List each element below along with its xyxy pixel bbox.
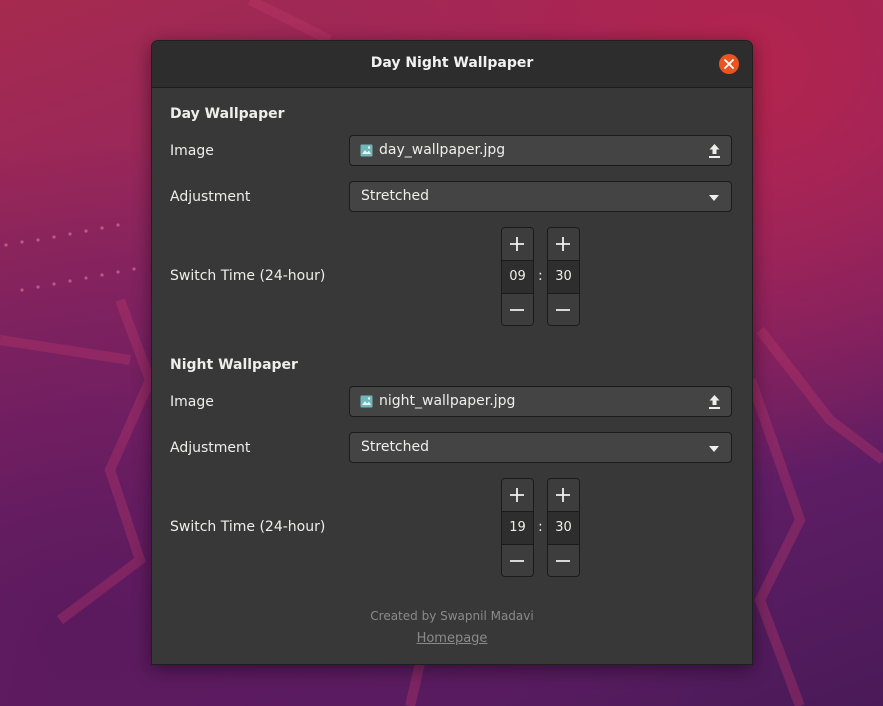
day-image-file-button[interactable]: day_wallpaper.jpg xyxy=(349,135,732,166)
night-hour-value[interactable]: 19 xyxy=(502,511,533,544)
night-minute-value[interactable]: 30 xyxy=(548,511,579,544)
day-hour-spinbutton[interactable]: 09 xyxy=(501,227,534,326)
chevron-down-icon xyxy=(709,195,719,201)
night-image-label: Image xyxy=(170,394,214,410)
night-hour-spinbutton[interactable]: 19 xyxy=(501,478,534,577)
day-hour-increment-button[interactable] xyxy=(502,228,533,261)
night-adjustment-value: Stretched xyxy=(361,439,429,455)
day-minute-increment-button[interactable] xyxy=(548,228,579,261)
night-hour-decrement-button[interactable] xyxy=(502,544,533,576)
day-time-separator: : xyxy=(538,268,543,284)
night-hour-increment-button[interactable] xyxy=(502,479,533,512)
night-image-filename: night_wallpaper.jpg xyxy=(379,393,516,409)
night-switch-time-label: Switch Time (24-hour) xyxy=(170,519,326,535)
plus-icon xyxy=(556,237,570,251)
day-adjustment-label: Adjustment xyxy=(170,189,251,205)
day-hour-decrement-button[interactable] xyxy=(502,293,533,325)
titlebar: Day Night Wallpaper xyxy=(152,41,752,88)
image-file-icon xyxy=(360,144,373,157)
close-icon xyxy=(724,59,734,69)
upload-icon xyxy=(709,395,720,409)
upload-icon xyxy=(709,144,720,158)
day-adjustment-dropdown[interactable]: Stretched xyxy=(349,181,732,212)
day-hour-value[interactable]: 09 xyxy=(502,260,533,293)
day-minute-decrement-button[interactable] xyxy=(548,293,579,325)
image-file-icon xyxy=(360,395,373,408)
minus-icon xyxy=(556,560,570,562)
day-minute-value[interactable]: 30 xyxy=(548,260,579,293)
minus-icon xyxy=(556,309,570,311)
day-image-filename: day_wallpaper.jpg xyxy=(379,142,506,158)
day-section-title: Day Wallpaper xyxy=(170,106,285,122)
plus-icon xyxy=(510,488,524,502)
night-time-separator: : xyxy=(538,519,543,535)
minus-icon xyxy=(510,560,524,562)
night-minute-increment-button[interactable] xyxy=(548,479,579,512)
minus-icon xyxy=(510,309,524,311)
night-minute-decrement-button[interactable] xyxy=(548,544,579,576)
night-image-file-button[interactable]: night_wallpaper.jpg xyxy=(349,386,732,417)
night-adjustment-dropdown[interactable]: Stretched xyxy=(349,432,732,463)
night-minute-spinbutton[interactable]: 30 xyxy=(547,478,580,577)
plus-icon xyxy=(510,237,524,251)
homepage-link[interactable]: Homepage xyxy=(152,631,752,646)
plus-icon xyxy=(556,488,570,502)
night-section-title: Night Wallpaper xyxy=(170,357,298,373)
day-image-label: Image xyxy=(170,143,214,159)
day-adjustment-value: Stretched xyxy=(361,188,429,204)
day-switch-time-label: Switch Time (24-hour) xyxy=(170,268,326,284)
close-button[interactable] xyxy=(719,54,739,74)
app-window: Day Night Wallpaper Day Wallpaper Image … xyxy=(151,40,753,665)
credit-text: Created by Swapnil Madavi xyxy=(370,609,534,623)
night-adjustment-label: Adjustment xyxy=(170,440,251,456)
day-minute-spinbutton[interactable]: 30 xyxy=(547,227,580,326)
window-title: Day Night Wallpaper xyxy=(370,55,534,71)
chevron-down-icon xyxy=(709,446,719,452)
